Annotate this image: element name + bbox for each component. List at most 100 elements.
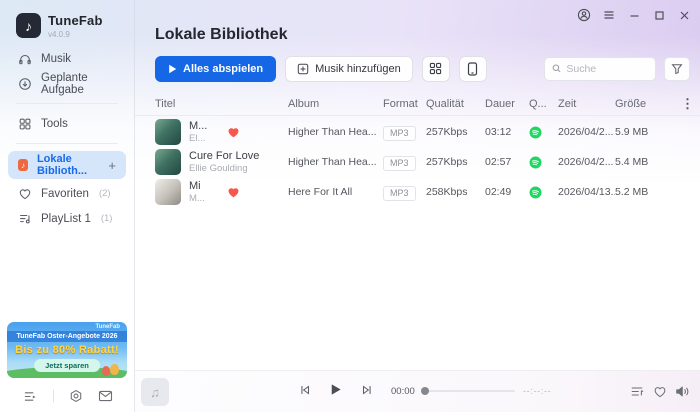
sidebar-item-musik[interactable]: Musik: [0, 46, 134, 71]
play-queue-icon[interactable]: [630, 385, 644, 398]
column-options-icon[interactable]: ⋮: [681, 97, 698, 110]
album-art: [155, 149, 181, 175]
filter-funnel-icon: [671, 63, 683, 74]
play-all-button[interactable]: Alles abspielen: [155, 55, 277, 82]
promo-cta-button[interactable]: Jetzt sparen: [34, 359, 100, 372]
size-cell: 5.9 MB: [615, 126, 649, 138]
sidebar-item-favoriten[interactable]: Favoriten (2): [0, 181, 134, 206]
format-badge: MP3: [383, 185, 416, 201]
duration-cell: 02:49: [485, 186, 512, 198]
playlist-icon: [20, 214, 30, 223]
phone-icon: [468, 61, 478, 76]
sidebar-item-tools[interactable]: Tools: [0, 111, 134, 136]
tools-grid-icon: [19, 118, 31, 129]
sidebar-item-playlist-1[interactable]: PlayList 1 (1): [0, 206, 134, 231]
feedback-mail-icon[interactable]: [98, 390, 113, 402]
close-icon[interactable]: [676, 7, 692, 23]
promo-banner[interactable]: TuneFab TuneFab Oster-Angebote 2026 Bis …: [7, 322, 127, 378]
volume-icon[interactable]: [675, 385, 690, 398]
toolbar: Alles abspielen Musik hinzufügen: [155, 55, 690, 82]
scheduled-task-icon: [19, 77, 31, 90]
column-groesse: Größe: [615, 97, 647, 110]
sidebar-item-label: Geplante Aufgabe: [41, 71, 88, 96]
size-cell: 5.4 MB: [615, 156, 649, 168]
add-square-icon: [297, 63, 309, 74]
divider: [52, 390, 54, 402]
favorite-heart-icon[interactable]: [227, 186, 240, 198]
sidebar-nav: Musik Geplante Aufgabe Tools ♪ Lokale Bi…: [0, 46, 134, 231]
search-box[interactable]: [544, 56, 656, 81]
sidebar-item-lokale-bibliothek[interactable]: ♪ Lokale Biblioth... +: [8, 151, 126, 179]
main-content: Lokale Bibliothek Alles abspielen Musik …: [135, 0, 700, 370]
easter-egg-art: [102, 366, 110, 376]
search-icon: [552, 64, 561, 73]
column-quelle: Q...: [529, 97, 547, 110]
elapsed-time: 00:00: [391, 386, 415, 397]
device-transfer-button[interactable]: [458, 55, 487, 82]
quality-cell: 257Kbps: [426, 156, 468, 168]
account-icon[interactable]: [576, 7, 592, 23]
settings-gear-icon[interactable]: [69, 389, 83, 403]
table-row[interactable]: Mi M... Here For It All MP3 258Kbps 02:4…: [135, 177, 700, 207]
minimize-icon[interactable]: [626, 7, 642, 23]
format-badge: MP3: [383, 125, 416, 141]
now-playing-placeholder[interactable]: ♫: [141, 378, 169, 406]
grid-view-button[interactable]: [421, 55, 450, 82]
app-window: ♪ TuneFab v4.0.9 Musik Geplante Aufgabe …: [0, 0, 700, 412]
total-time: --:--:--: [523, 386, 552, 397]
add-playlist-button[interactable]: +: [108, 158, 116, 173]
maximize-icon[interactable]: [651, 7, 667, 23]
play-button[interactable]: [328, 382, 343, 397]
album-art: [155, 179, 181, 205]
quality-cell: 258Kbps: [426, 186, 468, 198]
table-row[interactable]: Cure For Love Ellie Goulding Higher Than…: [135, 147, 700, 177]
format-badge: MP3: [383, 155, 416, 171]
progress-bar[interactable]: [421, 387, 515, 395]
album-cell: Here For It All: [288, 186, 353, 198]
song-title: Cure For Love: [189, 150, 260, 162]
song-title: M...: [189, 120, 208, 132]
titlebar-controls: [576, 7, 692, 23]
grid-view-icon: [430, 62, 442, 75]
table-header: Titel Album Format Qualität Dauer Q... Z…: [135, 92, 700, 116]
filter-button[interactable]: [664, 56, 690, 81]
song-title: Mi: [189, 180, 201, 192]
column-album: Album: [288, 97, 320, 110]
conversion-queue-icon[interactable]: [23, 390, 38, 403]
heart-outline-icon: [19, 188, 31, 199]
column-qualitaet: Qualität: [426, 97, 464, 110]
column-dauer: Dauer: [485, 97, 515, 110]
sidebar-item-label: Favoriten: [41, 187, 89, 200]
previous-track-button[interactable]: [298, 383, 312, 397]
sidebar-item-label: PlayList 1: [41, 212, 91, 225]
app-logo: ♪ TuneFab v4.0.9: [16, 13, 103, 39]
table-row[interactable]: M... El... Higher Than Hea... MP3 257Kbp…: [135, 117, 700, 147]
menu-icon[interactable]: [601, 7, 617, 23]
playlist-count: (1): [100, 213, 113, 224]
date-cell: 2026/04/2...: [558, 126, 614, 138]
date-cell: 2026/04/13...: [558, 186, 615, 198]
song-artist: Ellie Goulding: [189, 163, 248, 174]
date-cell: 2026/04/2...: [558, 156, 614, 168]
title-cell: Cure For Love Ellie Goulding: [155, 147, 288, 177]
play-icon: [169, 64, 177, 73]
add-music-button[interactable]: Musik hinzufügen: [285, 55, 413, 82]
music-note-icon: ♫: [150, 384, 160, 400]
favoriten-count: (2): [98, 188, 111, 199]
duration-cell: 03:12: [485, 126, 512, 138]
player-bar: ♫ 00:00 --:--:--: [135, 370, 700, 412]
sidebar-item-label: Musik: [41, 52, 72, 65]
next-track-button[interactable]: [360, 383, 374, 397]
spotify-source-icon: [529, 156, 558, 169]
favorite-heart-icon[interactable]: [227, 126, 240, 138]
app-name: TuneFab: [48, 13, 103, 28]
album-art: [155, 119, 181, 145]
favorite-icon[interactable]: [653, 385, 667, 398]
promo-headline: TuneFab Oster-Angebote 2026: [7, 331, 127, 342]
progress-knob[interactable]: [421, 387, 429, 395]
library-icon: ♪: [18, 159, 28, 171]
sidebar: ♪ TuneFab v4.0.9 Musik Geplante Aufgabe …: [0, 0, 135, 412]
search-input[interactable]: [566, 62, 648, 75]
divider: [16, 143, 118, 144]
sidebar-item-geplante-aufgabe[interactable]: Geplante Aufgabe: [0, 71, 134, 96]
